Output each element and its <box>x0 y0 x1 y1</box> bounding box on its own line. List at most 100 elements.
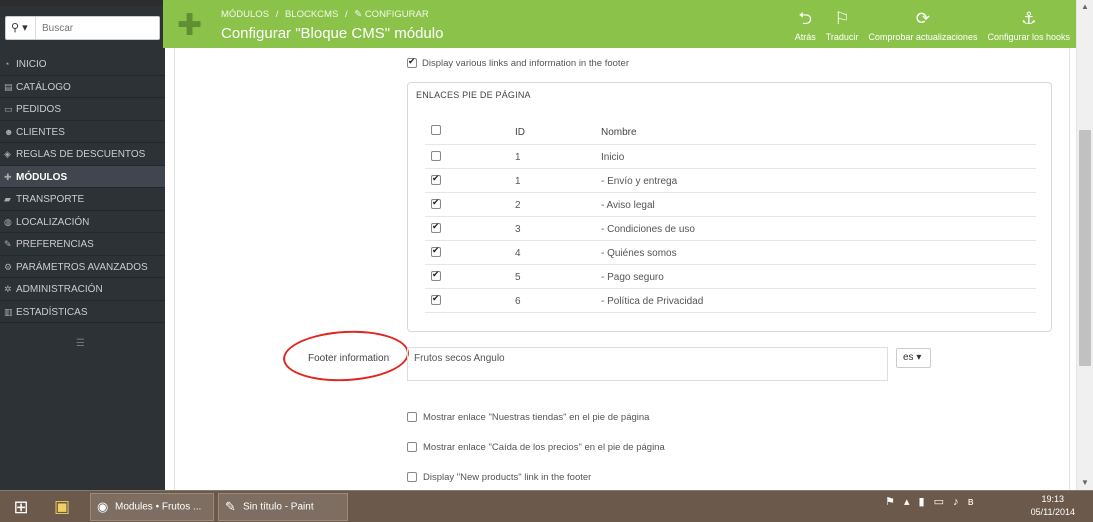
footer-links-box: ENLACES PIE DE PÁGINA ID Nombre 1Inicio1… <box>407 82 1052 332</box>
clock-date: 05/11/2014 <box>1030 507 1075 517</box>
sidebar-item-gear[interactable]: ✲ ADMINISTRACIÓN <box>0 278 165 301</box>
row-name: - Envío y entrega <box>601 176 678 187</box>
toolbar-label: Atrás <box>794 32 816 42</box>
row-checkbox[interactable] <box>431 221 441 234</box>
notification-flag-icon[interactable]: ⚑ <box>885 496 895 508</box>
table-row: 1 Inicio <box>425 145 1036 169</box>
search-dropdown-button[interactable]: ⚲ ▾ <box>6 17 36 39</box>
option-checkbox[interactable] <box>407 472 417 483</box>
cogs-icon: ⚙ <box>4 261 13 272</box>
sidebar-item-label: REGLAS DE DESCUENTOS <box>16 149 146 160</box>
page-header: ✚ MÓDULOS / BLOCKCMS / ✎ CONFIGURAR Conf… <box>163 6 1076 48</box>
sidebar-item-customers[interactable]: ☻ CLIENTES <box>0 121 165 143</box>
scroll-up-icon[interactable]: ▲ <box>1081 2 1089 11</box>
option-label: Mostrar enlace "Caída de los precios" en… <box>423 442 665 453</box>
stats-icon: ▥ <box>4 306 13 317</box>
sidebar-item-label: CATÁLOGO <box>16 81 71 93</box>
row-name: Inicio <box>601 152 625 163</box>
row-id: 5 <box>515 272 521 283</box>
sidebar-item-label: PEDIDOS <box>16 104 62 115</box>
sidebar-item-globe[interactable]: ◍ LOCALIZACIÓN <box>0 211 165 233</box>
clock-time: 19:13 <box>1041 494 1065 504</box>
taskbar-item-chrome[interactable]: ◉ Modules • Frutos ... <box>90 493 214 521</box>
modules-icon: ✚ <box>4 171 12 182</box>
row-checkbox[interactable] <box>431 151 441 162</box>
sidebar-item-dashboard[interactable]: ◔ INICIO <box>0 53 165 76</box>
anchor-icon: ⚓ <box>1021 9 1037 28</box>
toolbar-back-button[interactable]: ⮌ Atrás <box>795 8 816 46</box>
footer-links-table: ID Nombre 1 Inicio 1 - Envío y entrega 2 - Av… <box>425 119 1036 313</box>
network-icon[interactable]: ▮ <box>919 496 925 508</box>
windows-start-icon[interactable]: ⊞ <box>6 495 36 519</box>
row-name: - Aviso legal <box>601 200 655 211</box>
toolbar-label: Traducir <box>825 32 859 42</box>
sidebar-item-label: ESTADÍSTICAS <box>16 306 88 318</box>
toolbar-label: Comprobar actualizaciones <box>868 32 978 42</box>
puzzle-icon: ✚ <box>177 9 203 42</box>
sidebar-item-label: PREFERENCIAS <box>16 239 94 250</box>
language-dropdown[interactable]: es ▾ <box>896 348 931 368</box>
bluetooth-icon[interactable]: ʙ <box>968 496 974 508</box>
option-our-stores[interactable]: Mostrar enlace "Nuestras tiendas" en el … <box>407 412 649 423</box>
flag-icon: ⚐ <box>834 9 850 28</box>
row-checkbox[interactable] <box>431 173 441 186</box>
table-row: 2 - Aviso legal <box>425 193 1036 217</box>
refresh-icon: ⟳ <box>915 9 931 28</box>
option-new-products[interactable]: Display "New products" link in the foote… <box>407 472 591 483</box>
option-checkbox[interactable] <box>407 442 417 453</box>
catalog-icon: ▤ <box>4 81 13 92</box>
toolbar-refresh-button[interactable]: ⟳ Comprobar actualizaciones <box>868 8 977 46</box>
sidebar-item-cogs[interactable]: ⚙ PARÁMETROS AVANZADOS <box>0 256 165 278</box>
collapse-menu-icon[interactable]: ☰ <box>76 338 86 349</box>
sidebar-item-label: TRANSPORTE <box>16 194 85 205</box>
sidebar-item-stats[interactable]: ▥ ESTADÍSTICAS <box>0 301 165 323</box>
taskbar-item-label: Sin título - Paint <box>243 501 314 513</box>
customers-icon: ☻ <box>4 126 14 137</box>
row-id: 1 <box>515 152 521 163</box>
volume-icon[interactable]: ♪ <box>953 496 959 508</box>
row-checkbox[interactable] <box>431 293 441 306</box>
search-input[interactable] <box>42 21 152 35</box>
row-name: - Condiciones de uso <box>601 224 695 235</box>
file-explorer-icon[interactable]: ▣ <box>46 494 78 520</box>
sidebar-item-label: MÓDULOS <box>16 171 68 183</box>
row-checkbox[interactable] <box>431 245 441 258</box>
row-id: 2 <box>515 200 521 211</box>
orders-icon: ▭ <box>4 104 13 114</box>
display-links-option[interactable]: Display various links and information in… <box>407 56 629 69</box>
sidebar-item-truck[interactable]: ▰ TRANSPORTE <box>0 188 165 211</box>
row-id: 4 <box>515 248 521 259</box>
sidebar-item-label: LOCALIZACIÓN <box>16 216 90 228</box>
sidebar: ⚲ ▾ ◔INICIO▤CATÁLOGO▭PEDIDOS☻CLIENTES◈RE… <box>0 6 165 490</box>
option-price-drop[interactable]: Mostrar enlace "Caída de los precios" en… <box>407 442 665 453</box>
sidebar-item-wrench[interactable]: ✎ PREFERENCIAS <box>0 233 165 256</box>
clock[interactable]: 19:13 05/11/2014 <box>1031 493 1075 519</box>
sidebar-item-orders[interactable]: ▭ PEDIDOS <box>0 98 165 121</box>
chevron-down-icon: ▾ <box>22 22 28 34</box>
breadcrumb-modules[interactable]: MÓDULOS <box>221 9 269 20</box>
show-hidden-icons[interactable]: ▴ <box>904 496 910 508</box>
sidebar-item-modules[interactable]: ✚ MÓDULOS <box>0 165 165 188</box>
footer-info-field[interactable]: Frutos secos Angulo <box>407 347 888 381</box>
toolbar-flag-button[interactable]: ⚐ Traducir <box>826 8 859 46</box>
footer-info-label: Footer information <box>308 353 390 364</box>
breadcrumb-blockcms[interactable]: BLOCKCMS <box>285 9 338 20</box>
vertical-scrollbar[interactable]: ▲ ▼ <box>1076 0 1093 490</box>
sidebar-item-label: CLIENTES <box>16 126 65 138</box>
select-all-checkbox[interactable] <box>431 125 441 136</box>
battery-icon[interactable]: ▭ <box>934 496 944 508</box>
page-title: Configurar "Bloque CMS" módulo <box>221 25 444 42</box>
taskbar-item-label: Modules • Frutos ... <box>115 501 202 513</box>
toolbar-anchor-button[interactable]: ⚓ Configurar los hooks <box>987 8 1070 46</box>
row-checkbox[interactable] <box>431 269 441 282</box>
taskbar-item-paint[interactable]: ✎ Sin título - Paint <box>218 493 348 521</box>
row-checkbox[interactable] <box>431 197 441 210</box>
display-links-label: Display various links and information in… <box>422 58 629 69</box>
display-links-checkbox[interactable] <box>407 56 417 69</box>
sidebar-item-catalog[interactable]: ▤ CATÁLOGO <box>0 76 165 98</box>
sidebar-item-discount[interactable]: ◈ REGLAS DE DESCUENTOS <box>0 143 165 166</box>
scroll-thumb[interactable] <box>1079 130 1091 366</box>
sidebar-item-label: ADMINISTRACIÓN <box>16 284 103 295</box>
option-checkbox[interactable] <box>407 412 417 423</box>
scroll-down-icon[interactable]: ▼ <box>1081 478 1089 487</box>
